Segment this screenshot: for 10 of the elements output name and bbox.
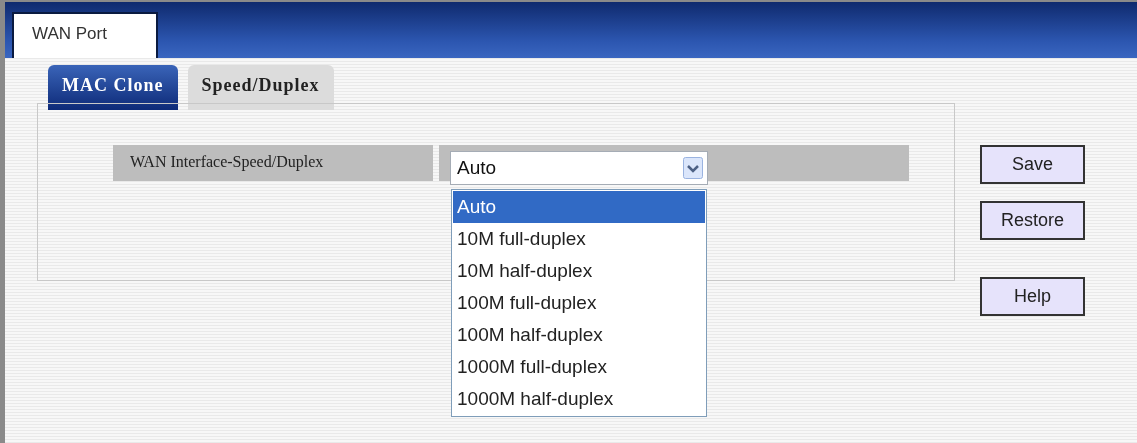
action-button[interactable]: Restore xyxy=(980,201,1085,240)
action-button[interactable]: Help xyxy=(980,277,1085,316)
tab[interactable]: MAC Clone xyxy=(48,65,178,110)
speed-duplex-select[interactable]: Auto xyxy=(450,151,708,185)
dropdown-option[interactable]: Auto xyxy=(453,191,705,223)
action-button[interactable]: Save xyxy=(980,145,1085,184)
chevron-down-icon xyxy=(683,157,703,179)
field-label: WAN Interface-Speed/Duplex xyxy=(113,145,433,181)
page-tab[interactable]: WAN Port xyxy=(12,12,158,58)
tab[interactable]: Speed/Duplex xyxy=(187,65,334,110)
